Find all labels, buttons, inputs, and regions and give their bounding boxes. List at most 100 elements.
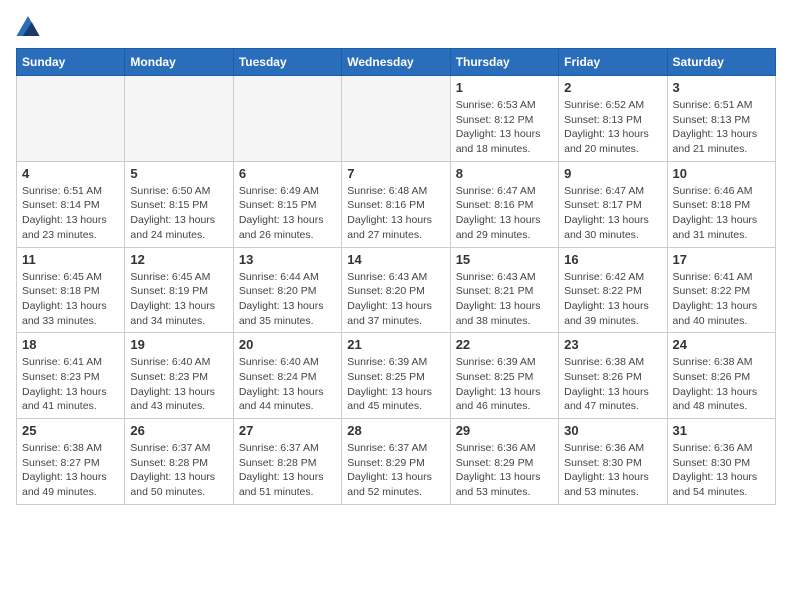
day-cell: 18 Sunrise: 6:41 AM Sunset: 8:23 PM Dayl… [17, 333, 125, 419]
calendar-body: 1 Sunrise: 6:53 AM Sunset: 8:12 PM Dayli… [17, 76, 776, 505]
day-info: Sunrise: 6:42 AM Sunset: 8:22 PM Dayligh… [564, 270, 661, 329]
day-info: Sunrise: 6:38 AM Sunset: 8:26 PM Dayligh… [564, 355, 661, 414]
logo [16, 16, 44, 36]
day-number: 16 [564, 252, 661, 267]
day-number: 8 [456, 166, 553, 181]
day-info: Sunrise: 6:37 AM Sunset: 8:28 PM Dayligh… [130, 441, 227, 500]
day-info: Sunrise: 6:45 AM Sunset: 8:19 PM Dayligh… [130, 270, 227, 329]
week-row-4: 18 Sunrise: 6:41 AM Sunset: 8:23 PM Dayl… [17, 333, 776, 419]
day-cell: 8 Sunrise: 6:47 AM Sunset: 8:16 PM Dayli… [450, 161, 558, 247]
day-number: 17 [673, 252, 770, 267]
dow-friday: Friday [559, 49, 667, 76]
dow-monday: Monday [125, 49, 233, 76]
day-cell: 11 Sunrise: 6:45 AM Sunset: 8:18 PM Dayl… [17, 247, 125, 333]
day-info: Sunrise: 6:39 AM Sunset: 8:25 PM Dayligh… [347, 355, 444, 414]
day-number: 15 [456, 252, 553, 267]
day-number: 11 [22, 252, 119, 267]
day-number: 22 [456, 337, 553, 352]
day-cell: 24 Sunrise: 6:38 AM Sunset: 8:26 PM Dayl… [667, 333, 775, 419]
day-cell: 13 Sunrise: 6:44 AM Sunset: 8:20 PM Dayl… [233, 247, 341, 333]
day-cell: 4 Sunrise: 6:51 AM Sunset: 8:14 PM Dayli… [17, 161, 125, 247]
day-number: 29 [456, 423, 553, 438]
day-info: Sunrise: 6:38 AM Sunset: 8:26 PM Dayligh… [673, 355, 770, 414]
day-info: Sunrise: 6:40 AM Sunset: 8:23 PM Dayligh… [130, 355, 227, 414]
day-number: 30 [564, 423, 661, 438]
day-number: 20 [239, 337, 336, 352]
day-info: Sunrise: 6:46 AM Sunset: 8:18 PM Dayligh… [673, 184, 770, 243]
day-number: 10 [673, 166, 770, 181]
day-cell: 22 Sunrise: 6:39 AM Sunset: 8:25 PM Dayl… [450, 333, 558, 419]
day-info: Sunrise: 6:43 AM Sunset: 8:21 PM Dayligh… [456, 270, 553, 329]
day-cell: 27 Sunrise: 6:37 AM Sunset: 8:28 PM Dayl… [233, 419, 341, 505]
dow-thursday: Thursday [450, 49, 558, 76]
logo-icon [16, 16, 40, 36]
day-cell: 5 Sunrise: 6:50 AM Sunset: 8:15 PM Dayli… [125, 161, 233, 247]
day-info: Sunrise: 6:47 AM Sunset: 8:16 PM Dayligh… [456, 184, 553, 243]
days-of-week-header: SundayMondayTuesdayWednesdayThursdayFrid… [17, 49, 776, 76]
day-cell: 23 Sunrise: 6:38 AM Sunset: 8:26 PM Dayl… [559, 333, 667, 419]
day-info: Sunrise: 6:44 AM Sunset: 8:20 PM Dayligh… [239, 270, 336, 329]
day-info: Sunrise: 6:51 AM Sunset: 8:14 PM Dayligh… [22, 184, 119, 243]
day-cell: 21 Sunrise: 6:39 AM Sunset: 8:25 PM Dayl… [342, 333, 450, 419]
day-info: Sunrise: 6:49 AM Sunset: 8:15 PM Dayligh… [239, 184, 336, 243]
page-header [16, 16, 776, 36]
day-cell: 10 Sunrise: 6:46 AM Sunset: 8:18 PM Dayl… [667, 161, 775, 247]
day-number: 9 [564, 166, 661, 181]
day-info: Sunrise: 6:36 AM Sunset: 8:30 PM Dayligh… [564, 441, 661, 500]
day-cell: 28 Sunrise: 6:37 AM Sunset: 8:29 PM Dayl… [342, 419, 450, 505]
day-number: 4 [22, 166, 119, 181]
dow-saturday: Saturday [667, 49, 775, 76]
day-cell: 19 Sunrise: 6:40 AM Sunset: 8:23 PM Dayl… [125, 333, 233, 419]
day-cell: 17 Sunrise: 6:41 AM Sunset: 8:22 PM Dayl… [667, 247, 775, 333]
day-cell: 15 Sunrise: 6:43 AM Sunset: 8:21 PM Dayl… [450, 247, 558, 333]
day-info: Sunrise: 6:39 AM Sunset: 8:25 PM Dayligh… [456, 355, 553, 414]
day-cell: 31 Sunrise: 6:36 AM Sunset: 8:30 PM Dayl… [667, 419, 775, 505]
day-cell: 9 Sunrise: 6:47 AM Sunset: 8:17 PM Dayli… [559, 161, 667, 247]
day-number: 2 [564, 80, 661, 95]
day-info: Sunrise: 6:51 AM Sunset: 8:13 PM Dayligh… [673, 98, 770, 157]
day-number: 26 [130, 423, 227, 438]
day-cell: 26 Sunrise: 6:37 AM Sunset: 8:28 PM Dayl… [125, 419, 233, 505]
day-info: Sunrise: 6:36 AM Sunset: 8:30 PM Dayligh… [673, 441, 770, 500]
dow-wednesday: Wednesday [342, 49, 450, 76]
calendar-table: SundayMondayTuesdayWednesdayThursdayFrid… [16, 48, 776, 505]
day-cell: 3 Sunrise: 6:51 AM Sunset: 8:13 PM Dayli… [667, 76, 775, 162]
day-cell: 20 Sunrise: 6:40 AM Sunset: 8:24 PM Dayl… [233, 333, 341, 419]
day-info: Sunrise: 6:52 AM Sunset: 8:13 PM Dayligh… [564, 98, 661, 157]
day-cell [342, 76, 450, 162]
day-cell: 2 Sunrise: 6:52 AM Sunset: 8:13 PM Dayli… [559, 76, 667, 162]
day-info: Sunrise: 6:47 AM Sunset: 8:17 PM Dayligh… [564, 184, 661, 243]
day-number: 1 [456, 80, 553, 95]
day-info: Sunrise: 6:53 AM Sunset: 8:12 PM Dayligh… [456, 98, 553, 157]
dow-tuesday: Tuesday [233, 49, 341, 76]
day-cell [17, 76, 125, 162]
day-info: Sunrise: 6:37 AM Sunset: 8:28 PM Dayligh… [239, 441, 336, 500]
day-info: Sunrise: 6:45 AM Sunset: 8:18 PM Dayligh… [22, 270, 119, 329]
day-cell: 29 Sunrise: 6:36 AM Sunset: 8:29 PM Dayl… [450, 419, 558, 505]
day-info: Sunrise: 6:38 AM Sunset: 8:27 PM Dayligh… [22, 441, 119, 500]
day-cell: 7 Sunrise: 6:48 AM Sunset: 8:16 PM Dayli… [342, 161, 450, 247]
day-number: 18 [22, 337, 119, 352]
day-info: Sunrise: 6:41 AM Sunset: 8:23 PM Dayligh… [22, 355, 119, 414]
week-row-2: 4 Sunrise: 6:51 AM Sunset: 8:14 PM Dayli… [17, 161, 776, 247]
day-number: 12 [130, 252, 227, 267]
day-cell: 12 Sunrise: 6:45 AM Sunset: 8:19 PM Dayl… [125, 247, 233, 333]
day-number: 3 [673, 80, 770, 95]
day-info: Sunrise: 6:50 AM Sunset: 8:15 PM Dayligh… [130, 184, 227, 243]
day-number: 24 [673, 337, 770, 352]
day-number: 25 [22, 423, 119, 438]
day-cell [233, 76, 341, 162]
day-info: Sunrise: 6:40 AM Sunset: 8:24 PM Dayligh… [239, 355, 336, 414]
day-number: 31 [673, 423, 770, 438]
day-number: 6 [239, 166, 336, 181]
day-info: Sunrise: 6:37 AM Sunset: 8:29 PM Dayligh… [347, 441, 444, 500]
day-number: 5 [130, 166, 227, 181]
day-number: 28 [347, 423, 444, 438]
day-info: Sunrise: 6:48 AM Sunset: 8:16 PM Dayligh… [347, 184, 444, 243]
day-number: 21 [347, 337, 444, 352]
day-cell: 6 Sunrise: 6:49 AM Sunset: 8:15 PM Dayli… [233, 161, 341, 247]
day-info: Sunrise: 6:41 AM Sunset: 8:22 PM Dayligh… [673, 270, 770, 329]
day-cell: 25 Sunrise: 6:38 AM Sunset: 8:27 PM Dayl… [17, 419, 125, 505]
day-number: 27 [239, 423, 336, 438]
day-cell: 1 Sunrise: 6:53 AM Sunset: 8:12 PM Dayli… [450, 76, 558, 162]
